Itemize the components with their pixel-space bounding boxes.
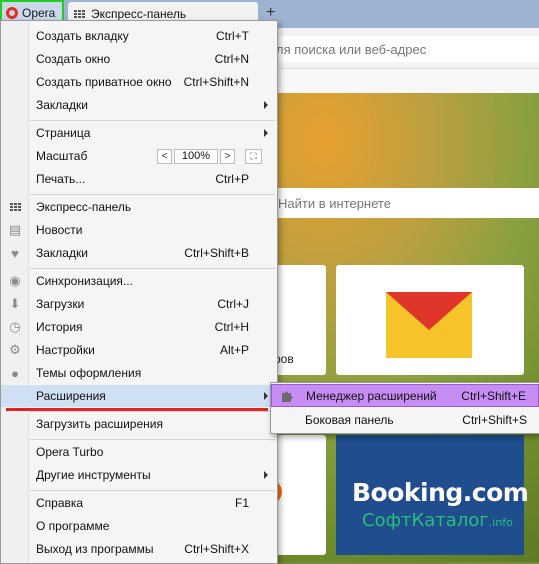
menu-item-history[interactable]: ◷ История Ctrl+H (1, 316, 275, 338)
zoom-value: 100% (174, 148, 218, 164)
mail-envelope-icon (386, 292, 472, 358)
extensions-submenu: Менеджер расширений Ctrl+Shift+E Боковая… (270, 382, 539, 434)
menu-separator (29, 194, 275, 195)
fullscreen-icon[interactable]: ⛶ (245, 148, 262, 164)
menu-item-exit[interactable]: Выход из программы Ctrl+Shift+X (1, 538, 275, 560)
submenu-arrow-icon (264, 471, 268, 479)
menu-item-extensions[interactable]: Расширения (1, 385, 275, 407)
menu-item-get-extensions[interactable]: Загрузить расширения (1, 413, 275, 435)
menu-item-about[interactable]: О программе (1, 515, 275, 537)
annotation-underline (6, 408, 268, 411)
menu-item-opera-turbo[interactable]: Opera Turbo (1, 441, 275, 463)
zoom-out-button[interactable]: < (157, 148, 172, 164)
grid-icon (74, 9, 85, 19)
drop-icon: ● (11, 365, 19, 381)
submenu-arrow-icon (264, 129, 268, 137)
menu-item-settings[interactable]: ⚙ Настройки Alt+P (1, 339, 275, 361)
opera-main-menu: Создать вкладку Ctrl+T Создать окно Ctrl… (0, 20, 278, 564)
menu-item-bookmarks[interactable]: ♥ Закладки Ctrl+Shift+B (1, 242, 275, 264)
user-sync-icon: ◉ (9, 273, 21, 288)
opera-logo-icon (6, 7, 18, 19)
submenu-arrow-icon (264, 101, 268, 109)
speed-dial-search[interactable]: Найти в интернете (272, 188, 539, 218)
menu-item-zoom: Масштаб < 100% > ⛶ (1, 145, 275, 167)
menu-separator (29, 120, 275, 121)
zoom-control: < 100% > ⛶ (157, 148, 262, 164)
submenu-item-sidebar[interactable]: Боковая панель Ctrl+Shift+S (271, 408, 539, 431)
submenu-arrow-icon (264, 392, 268, 400)
menu-item-bookmarks-sub[interactable]: Закладки (1, 94, 275, 116)
menu-item-new-window[interactable]: Создать окно Ctrl+N (1, 48, 275, 70)
menu-item-downloads[interactable]: ⬇ Загрузки Ctrl+J (1, 293, 275, 315)
menu-item-private-window[interactable]: Создать приватное окно Ctrl+Shift+N (1, 71, 275, 93)
tab-title: Экспресс-панель (91, 7, 187, 21)
menu-separator (29, 411, 275, 412)
menu-separator (29, 268, 275, 269)
menu-item-page[interactable]: Страница (1, 122, 275, 144)
menu-item-other-tools[interactable]: Другие инструменты (1, 464, 275, 486)
menu-item-news[interactable]: ▤ Новости (1, 219, 275, 241)
menu-separator (29, 439, 275, 440)
heart-icon: ♥ (11, 245, 19, 261)
menu-item-sync[interactable]: ◉ Синхронизация... (1, 270, 275, 292)
menu-item-speed-dial[interactable]: Экспресс-панель (1, 196, 275, 218)
clock-icon: ◷ (9, 319, 21, 334)
address-input[interactable] (272, 36, 539, 62)
zoom-in-button[interactable]: > (220, 148, 235, 164)
gear-icon: ⚙ (9, 342, 21, 357)
opera-menu-label: Opera (22, 6, 56, 20)
menu-item-themes[interactable]: ● Темы оформления (1, 362, 275, 384)
menu-item-new-tab[interactable]: Создать вкладку Ctrl+T (1, 25, 275, 47)
menu-separator (29, 490, 275, 491)
download-icon: ⬇ (9, 296, 21, 311)
menu-item-print[interactable]: Печать... Ctrl+P (1, 168, 275, 190)
grid-icon (8, 200, 22, 214)
watermark: СофтКаталог.info (362, 510, 513, 531)
booking-logo: Booking.com (352, 478, 529, 507)
puzzle-icon (282, 391, 293, 402)
news-icon: ▤ (8, 222, 22, 237)
menu-item-help[interactable]: Справка F1 (1, 492, 275, 514)
submenu-item-extension-manager[interactable]: Менеджер расширений Ctrl+Shift+E (271, 384, 539, 407)
